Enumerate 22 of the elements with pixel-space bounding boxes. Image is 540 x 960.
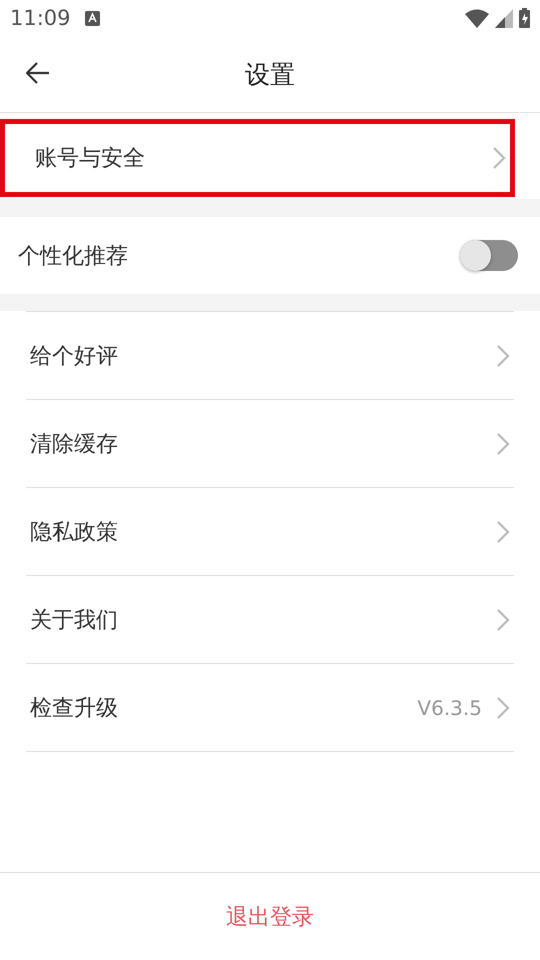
- page-title: 设置: [245, 58, 295, 90]
- menu-item[interactable]: 隐私政策: [26, 488, 514, 576]
- menu-item[interactable]: 给个好评: [26, 312, 514, 400]
- back-arrow-icon[interactable]: [26, 62, 50, 84]
- chevron-icon: [492, 146, 506, 170]
- menu-item[interactable]: 检查升级 V6.3.5: [26, 664, 514, 752]
- chevron-icon: [496, 696, 510, 720]
- toggle-switch[interactable]: [460, 240, 518, 271]
- battery-icon: [519, 8, 530, 28]
- chevron-icon: [496, 608, 510, 632]
- menu-item[interactable]: 关于我们: [26, 576, 514, 664]
- status-time: 11:09: [10, 6, 71, 30]
- account-security-item[interactable]: 账号与安全: [0, 119, 515, 197]
- setting-label: 个性化推荐: [18, 242, 128, 270]
- chevron-icon: [496, 520, 510, 544]
- signal-icon: [495, 8, 513, 28]
- menu-item[interactable]: 清除缓存: [26, 400, 514, 488]
- wifi-icon: [465, 8, 489, 28]
- logout-button[interactable]: 退出登录: [222, 898, 318, 936]
- keyboard-icon: [84, 10, 100, 26]
- chevron-icon: [496, 432, 510, 456]
- chevron-icon: [496, 344, 510, 368]
